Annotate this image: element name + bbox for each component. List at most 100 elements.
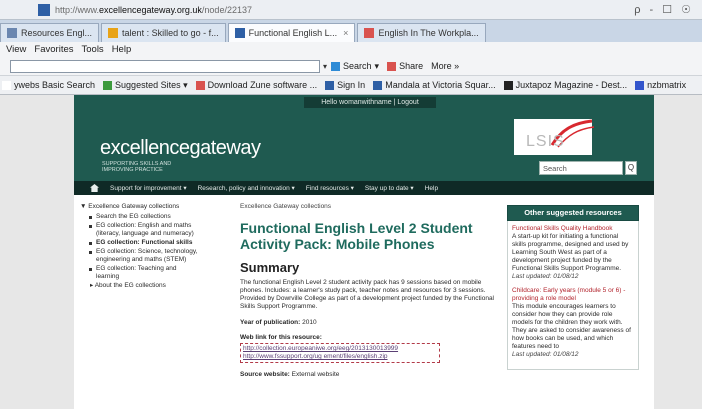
collection-link[interactable]: EG collection: Science, technology, engi…	[89, 248, 198, 264]
suggested-resource-description: This module encourages learners to consi…	[512, 303, 631, 350]
favorite-icon	[195, 80, 205, 90]
suggested-resource-link[interactable]: Functional Skills Quality Handbook	[512, 225, 634, 233]
favorites-bar: ywebs Basic Search Suggested Sites ▾ Downl…	[0, 76, 702, 95]
browser-tab-0[interactable]: Resources Engl...	[0, 23, 100, 42]
user-strip[interactable]: Hello womanwithname | Logout	[304, 97, 436, 108]
collection-link[interactable]: EG collection: Functional skills	[89, 239, 198, 247]
favorite-icon	[103, 80, 113, 90]
about-collections-link[interactable]: ▸ About the EG collections	[80, 282, 198, 290]
search-label-dropdown: ▾	[374, 60, 380, 71]
year-value: 2010	[302, 319, 317, 326]
menu-tools[interactable]: Tools	[82, 44, 104, 55]
search-icon	[331, 61, 341, 71]
summary-heading: Summary	[240, 260, 300, 275]
collections-sidebar: ▼ Excellence Gateway collections Search …	[80, 203, 198, 290]
url-prefix: http://www.	[55, 4, 100, 15]
favorite-icon	[2, 80, 11, 90]
address-bar-controls[interactable]: ρ - ☐ ☉	[634, 3, 694, 16]
favorite-item-5[interactable]: Juxtapoz Magazine - Dest...	[503, 80, 628, 90]
source-label: Source website:	[240, 371, 290, 378]
site-search-button[interactable]: Q	[625, 161, 637, 175]
suggested-resource-date: Last updated: 01/08/12	[512, 273, 579, 280]
tab-close-icon[interactable]: ×	[343, 28, 348, 38]
favorite-item-2[interactable]: Download Zune software ...	[195, 80, 318, 90]
share-label: Share	[399, 61, 424, 71]
menu-view[interactable]: View	[6, 44, 26, 55]
collection-link[interactable]: EG collection: Teaching and learning	[89, 265, 198, 281]
search-dropdown-icon[interactable]: ▾	[323, 62, 327, 71]
suggested-resources-heading: Other suggested resources	[507, 205, 639, 221]
favorite-item-1[interactable]: Suggested Sites ▾	[103, 80, 188, 91]
suggested-resources-list: Functional Skills Quality Handbook A star…	[507, 221, 639, 370]
site-navbar: Support for improvement ▾ Research, poli…	[74, 181, 654, 195]
collection-link[interactable]: EG collection: English and maths (litera…	[89, 222, 198, 238]
suggested-resource-link[interactable]: Childcare: Early years (module 5 or 6) -…	[512, 287, 634, 303]
url-path: /node/22137	[201, 4, 252, 15]
tab-label: talent : Skilled to go - f...	[122, 28, 219, 38]
browser-tab-2[interactable]: Functional English L... ×	[227, 23, 356, 42]
collection-link[interactable]: Search the EG collections	[89, 213, 198, 221]
browser-tab-3[interactable]: English In The Workpla...	[357, 23, 486, 42]
tab-favicon-icon	[7, 28, 17, 38]
breadcrumb[interactable]: Excellence Gateway collections	[240, 203, 498, 210]
favorite-label: Juxtapoz Magazine - Dest...	[515, 80, 628, 90]
tab-favicon-icon	[234, 28, 245, 38]
tab-favicon-icon	[364, 28, 375, 38]
url-text[interactable]: http://www.excellencegateway.org.uk/node…	[55, 5, 252, 15]
favorite-label: Sign In	[337, 80, 366, 90]
web-link[interactable]: http://collection.europeaniwe.org/eeg/20…	[240, 343, 440, 363]
favorite-item-3[interactable]: Sign In	[325, 80, 365, 90]
favorite-icon	[325, 80, 335, 90]
command-bar: ▾ Search ▾ Share More »	[0, 57, 702, 76]
nav-help[interactable]: Help	[425, 185, 438, 192]
suggested-resource-date: Last updated: 01/08/12	[512, 351, 579, 358]
address-bar[interactable]: http://www.excellencegateway.org.uk/node…	[0, 0, 702, 20]
site-header: Hello womanwithname | Logout excellenceg…	[74, 95, 654, 181]
favorite-label: Suggested Sites ▾	[115, 79, 188, 90]
source-value[interactable]: External website	[292, 371, 340, 378]
lsis-logo[interactable]: LSIS	[514, 119, 595, 155]
source-row: Source website: External website	[240, 371, 498, 378]
summary-text: The functional English Level 2 student a…	[240, 279, 495, 310]
favorite-item-0[interactable]: ywebs Basic Search	[2, 80, 95, 90]
url-domain: excellencegateway.org.uk	[99, 4, 202, 15]
menu-help[interactable]: Help	[112, 44, 132, 55]
favorite-label: Mandala at Victoria Squar...	[385, 80, 496, 90]
site-container: Hello womanwithname | Logout excellenceg…	[74, 95, 654, 409]
site-favicon-icon	[38, 3, 50, 16]
site-logo[interactable]: excellencegateway	[100, 137, 261, 160]
main-content: Excellence Gateway collections Functiona…	[240, 203, 498, 378]
suggested-resource-description: A start-up kit for initiating a function…	[512, 233, 629, 272]
favorite-label: Download Zune software ...	[207, 80, 318, 90]
menu-bar: View Favorites Tools Help	[0, 42, 702, 57]
browser-tab-1[interactable]: talent : Skilled to go - f...	[101, 23, 226, 42]
tab-label: Functional English L...	[248, 28, 338, 38]
collections-title[interactable]: ▼ Excellence Gateway collections	[80, 203, 198, 211]
year-label: Year of publication:	[240, 319, 301, 326]
favorite-label: ywebs Basic Search	[14, 80, 96, 90]
nav-find-resources[interactable]: Find resources ▾	[306, 184, 354, 192]
tab-label: English In The Workpla...	[378, 28, 479, 38]
page-title: Functional English Level 2 Student Activ…	[240, 220, 473, 252]
site-search-input[interactable]: Search	[539, 161, 623, 175]
share-button[interactable]: Share	[387, 61, 423, 71]
tab-label: Resources Engl...	[21, 28, 93, 38]
menu-favorites[interactable]: Favorites	[34, 44, 73, 55]
suggested-resources-panel: Other suggested resources Functional Ski…	[507, 205, 639, 370]
toolbar-search-input[interactable]	[10, 59, 320, 73]
more-button[interactable]: More »	[431, 61, 459, 71]
home-icon[interactable]	[90, 184, 99, 192]
search-button[interactable]: Search ▾	[331, 61, 379, 72]
lsis-text: LSIS	[526, 133, 565, 150]
search-label: Search	[343, 61, 372, 71]
page-viewport: Hello womanwithname | Logout excellenceg…	[0, 95, 702, 409]
year-row: Year of publication: 2010	[240, 319, 498, 326]
favorite-item-4[interactable]: Mandala at Victoria Squar...	[373, 80, 496, 90]
nav-stay-up-to-date[interactable]: Stay up to date ▾	[365, 184, 414, 192]
nav-research[interactable]: Research, policy and innovation ▾	[198, 184, 295, 192]
favorite-item-6[interactable]: nzbmatrix	[635, 80, 686, 90]
favorite-icon	[503, 80, 513, 90]
favorite-label: nzbmatrix	[647, 80, 687, 90]
nav-support[interactable]: Support for improvement ▾	[110, 184, 187, 192]
tab-favicon-icon	[108, 28, 119, 38]
